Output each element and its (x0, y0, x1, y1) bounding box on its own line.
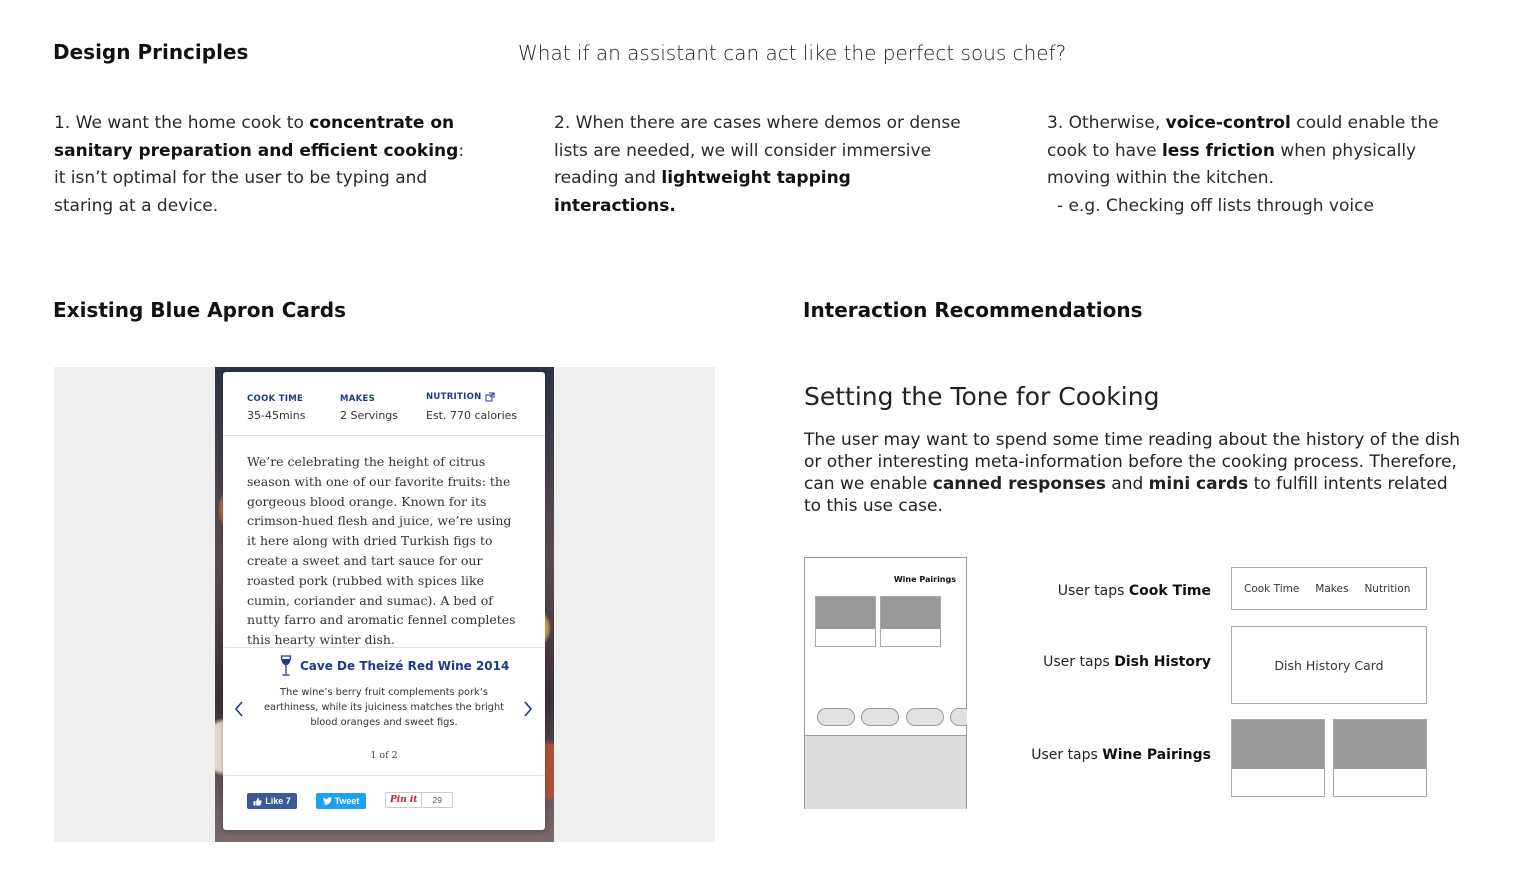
wine-title-row: Cave De Theizé Red Wine 2014 (280, 655, 509, 677)
social-divider (223, 775, 545, 776)
principle-2-number: 2. (554, 113, 571, 133)
pinterest-button[interactable]: Pin it 29 (385, 792, 453, 808)
tap-target: Cook Time (1128, 583, 1211, 599)
tap-prefix: User taps (1043, 654, 1115, 670)
carousel-pager: 1 of 2 (370, 750, 398, 761)
wireframe-chip-row (817, 708, 967, 728)
tap-row-cook-time-label: User taps Cook Time (971, 583, 1211, 599)
nutrition-label: NUTRITION (426, 392, 482, 402)
principle-1-number: 1. (54, 113, 71, 133)
tap-row-wine-pairings-label: User taps Wine Pairings (971, 747, 1211, 763)
recipe-description: We’re celebrating the height of citrus s… (247, 454, 516, 648)
tone-body-text-b: and (1105, 474, 1149, 494)
wireframe-mini-card-1[interactable] (815, 596, 876, 647)
wireframe-keyboard-area (805, 735, 966, 809)
wireframe-mini-card-2[interactable] (880, 596, 941, 647)
wireframe-chip-3[interactable] (906, 708, 944, 726)
principle-2: 2. When there are cases where demos or d… (554, 110, 974, 220)
wireframe-phone: Wine Pairings (804, 557, 967, 809)
recipe-card: COOK TIME 35-45mins MAKES 2 Servings NUT… (223, 372, 545, 830)
existing-cards-heading: Existing Blue Apron Cards (53, 298, 346, 322)
tap-target: Dish History (1114, 654, 1211, 670)
facebook-like-button[interactable]: Like 7 (247, 793, 297, 809)
tap-prefix: User taps (1031, 747, 1103, 763)
tone-title: Setting the Tone for Cooking (804, 382, 1160, 411)
external-link-icon (485, 392, 495, 402)
wine-description: The wine’s berry fruit complements pork’… (263, 687, 505, 728)
tweet-button[interactable]: Tweet (316, 793, 366, 809)
principle-1: 1. We want the home cook to concentrate … (54, 110, 479, 220)
tap-row-dish-history-label: User taps Dish History (971, 654, 1211, 670)
mini-cards-bold: mini cards (1148, 474, 1249, 494)
principle-3-example: - e.g. Checking off lists through voice (1057, 195, 1374, 216)
pin-it-label: Pin it (386, 793, 423, 807)
interaction-recommendations-heading: Interaction Recommendations (803, 298, 1143, 322)
principle-1-text-a: We want the home cook to (75, 113, 310, 133)
thumbs-up-icon (253, 797, 262, 805)
tap-target: Wine Pairings (1102, 747, 1211, 763)
dish-history-card[interactable]: Dish History Card (1231, 626, 1427, 704)
design-principles-heading: Design Principles (53, 40, 249, 64)
wine-name: Cave De Theizé Red Wine 2014 (300, 659, 510, 673)
wireframe-mini-card-1-image (816, 597, 875, 629)
principle-3-text-a: Otherwise, (1068, 113, 1166, 133)
wireframe-chip-1[interactable] (817, 708, 855, 726)
mini-card-makes: Makes (1315, 582, 1349, 595)
makes-label: MAKES (340, 394, 376, 404)
principle-3-bold-a: voice-control (1165, 113, 1291, 133)
chevron-left-icon (234, 701, 243, 717)
tweet-label: Tweet (334, 796, 360, 806)
tap-prefix: User taps (1057, 583, 1129, 599)
meta-divider (223, 435, 545, 436)
like-label: Like 7 (265, 796, 291, 806)
chevron-right-icon (524, 701, 533, 717)
wireframe-mini-card-2-image (881, 597, 940, 629)
wireframe-header: Wine Pairings (893, 575, 956, 584)
sous-chef-question: What if an assistant can act like the pe… (518, 41, 1067, 65)
cook-time-value: 35-45mins (247, 409, 306, 422)
wireframe-chip-2[interactable] (861, 708, 899, 726)
cook-time-mini-card[interactable]: Cook Time Makes Nutrition (1231, 567, 1427, 610)
nutrition-link[interactable]: NUTRITION (426, 392, 495, 402)
wine-mini-card-1[interactable] (1231, 719, 1325, 797)
makes-value: 2 Servings (340, 409, 399, 422)
description-divider (223, 647, 545, 648)
canned-responses-bold: canned responses (932, 474, 1106, 494)
nutrition-value: Est. 770 calories (426, 409, 518, 422)
tone-body: The user may want to spend some time rea… (804, 429, 1464, 517)
principle-3-number: 3. (1047, 113, 1064, 133)
principle-3-bold-b: less friction (1161, 140, 1275, 161)
carousel-next-button[interactable] (522, 700, 534, 723)
principle-3: 3. Otherwise, voice-control could enable… (1047, 110, 1447, 220)
wine-mini-card-2[interactable] (1333, 719, 1427, 797)
mini-card-nutrition: Nutrition (1364, 582, 1411, 595)
carousel-prev-button[interactable] (233, 700, 245, 723)
mini-card-cook-time: Cook Time (1244, 582, 1300, 595)
wine-mini-card-1-image (1232, 720, 1324, 769)
wireframe-chip-4[interactable] (950, 708, 967, 726)
cook-time-label: COOK TIME (247, 394, 304, 404)
twitter-bird-icon (322, 797, 332, 805)
wine-mini-card-2-image (1334, 720, 1426, 769)
wine-glass-icon (280, 655, 292, 676)
pin-count: 29 (432, 795, 442, 805)
dish-history-card-label: Dish History Card (1274, 657, 1384, 673)
